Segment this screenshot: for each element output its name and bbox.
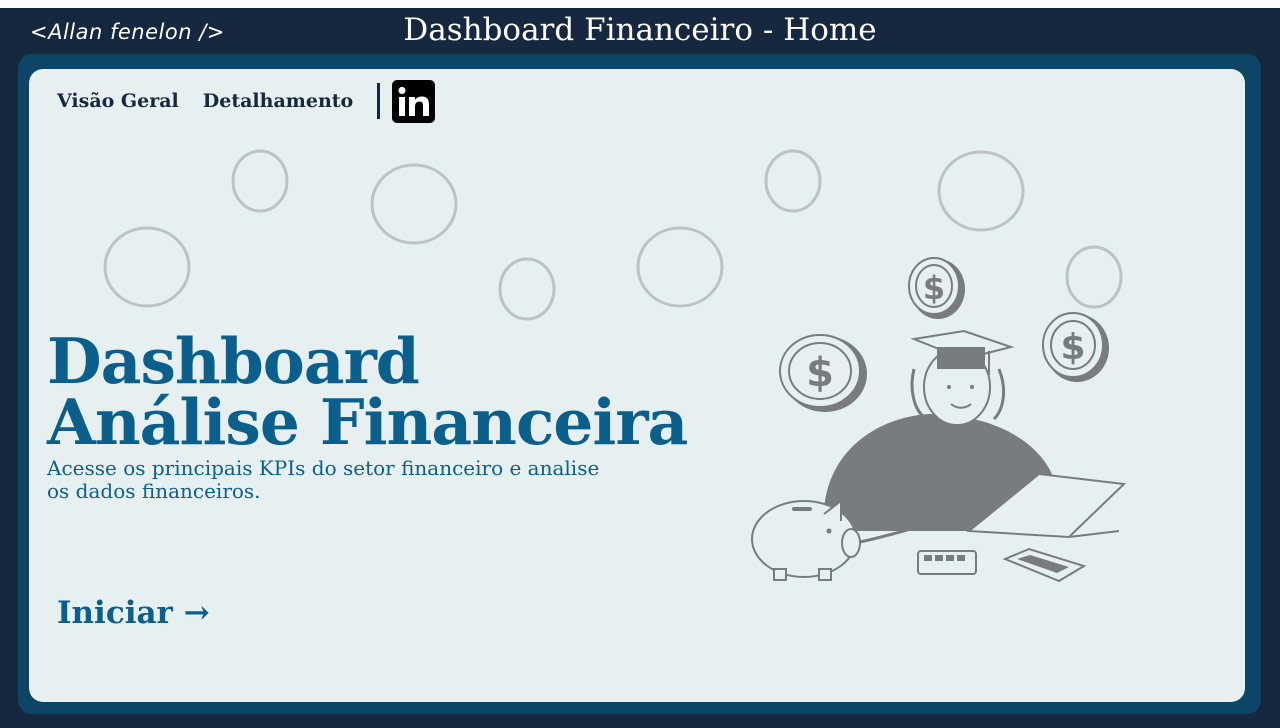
linkedin-icon[interactable] — [392, 79, 436, 123]
nav-item-visao-geral[interactable]: Visão Geral — [57, 90, 179, 112]
hero-headline-line1: Dashboard — [47, 324, 420, 398]
nav-divider — [377, 83, 381, 119]
hero-headline: Dashboard Análise Financeira — [47, 324, 688, 459]
page-title: Dashboard Financeiro - Home — [403, 12, 877, 48]
svg-text:$: $ — [923, 269, 945, 307]
svg-text:$: $ — [806, 350, 834, 396]
start-button[interactable]: Iniciar → — [57, 595, 210, 631]
svg-text:$: $ — [1060, 327, 1085, 368]
hero-description: Acesse os principais KPIs do setor finan… — [47, 456, 600, 503]
dollar-coin-icon: $ — [779, 334, 867, 412]
main-panel: $ $ $ Visão Geral Detalhamento Dashboard… — [29, 69, 1245, 702]
hero-headline-line2: Análise Financeira — [47, 385, 688, 459]
top-nav: Visão Geral Detalhamento — [57, 79, 436, 123]
nav-item-detalhamento[interactable]: Detalhamento — [203, 90, 353, 112]
